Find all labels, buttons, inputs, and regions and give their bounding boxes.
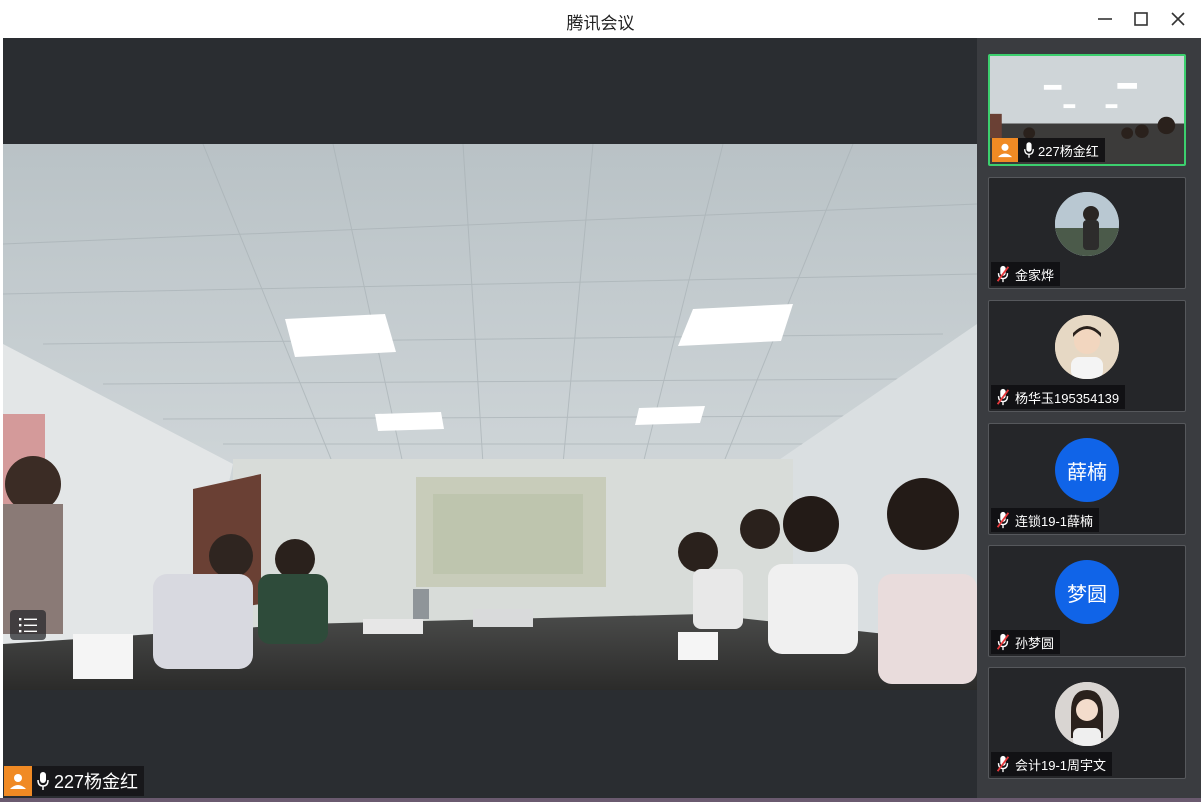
- participant-name: 孙梦圆: [1015, 635, 1055, 651]
- main-video-feed: [3, 144, 977, 690]
- microphone-muted-icon: [991, 385, 1015, 409]
- participant-tile[interactable]: 薛楠 连锁19-1薛楠: [988, 423, 1186, 535]
- maximize-button[interactable]: [1125, 6, 1157, 32]
- microphone-muted-icon: [991, 262, 1015, 286]
- close-icon: [1171, 12, 1185, 26]
- microphone-muted-icon: [991, 508, 1015, 532]
- avatar-photo: [1055, 315, 1119, 379]
- avatar-photo: [1055, 682, 1119, 746]
- participant-tile[interactable]: 杨华玉195354139: [988, 300, 1186, 412]
- microphone-icon: [1020, 138, 1038, 162]
- member-list-toggle-button[interactable]: [10, 610, 46, 640]
- close-button[interactable]: [1162, 6, 1194, 32]
- participant-name: 杨华玉195354139: [1015, 390, 1120, 406]
- minimize-icon: [1098, 18, 1112, 20]
- participant-label: 连锁19-1薛楠: [991, 508, 1100, 532]
- main-speaker-name: 227杨金红: [54, 772, 139, 792]
- participant-tile[interactable]: 梦圆 孙梦圆: [988, 545, 1186, 657]
- minimize-button[interactable]: [1089, 6, 1121, 32]
- window-title: 腾讯会议: [566, 14, 635, 34]
- avatar-photo: [1055, 192, 1119, 256]
- avatar-icon: [4, 766, 32, 796]
- main-video-area[interactable]: 227杨金红: [3, 38, 977, 798]
- microphone-muted-icon: [991, 752, 1015, 776]
- avatar-text: 薛楠: [1055, 438, 1119, 502]
- participant-label: 金家烨: [991, 262, 1061, 286]
- main-speaker-label: 227杨金红: [4, 766, 145, 796]
- participant-name: 金家烨: [1015, 267, 1055, 283]
- avatar-icon: [992, 138, 1018, 162]
- participant-name: 连锁19-1薛楠: [1015, 513, 1094, 529]
- participant-name: 227杨金红: [1038, 143, 1099, 159]
- participant-tile[interactable]: 金家烨: [988, 177, 1186, 289]
- maximize-icon: [1134, 12, 1148, 26]
- participant-label: 227杨金红: [992, 138, 1105, 162]
- participant-tile-active[interactable]: 227杨金红: [988, 54, 1186, 166]
- participant-name: 会计19-1周宇文: [1015, 757, 1107, 773]
- title-bar: 腾讯会议: [0, 0, 1201, 38]
- list-icon: [19, 618, 37, 633]
- avatar-text: 梦圆: [1055, 560, 1119, 624]
- participant-label: 杨华玉195354139: [991, 385, 1126, 409]
- participant-label: 孙梦圆: [991, 630, 1061, 654]
- participant-tile[interactable]: 会计19-1周宇文: [988, 667, 1186, 779]
- meeting-room-video-image: [3, 144, 977, 690]
- participant-label: 会计19-1周宇文: [991, 752, 1113, 776]
- microphone-muted-icon: [991, 630, 1015, 654]
- participant-sidebar: 227杨金红 金家烨 杨华玉195354139 薛楠 连锁19-1薛楠 梦圆 孙…: [977, 38, 1201, 798]
- microphone-icon: [32, 766, 54, 796]
- bottom-strip: [0, 798, 1201, 802]
